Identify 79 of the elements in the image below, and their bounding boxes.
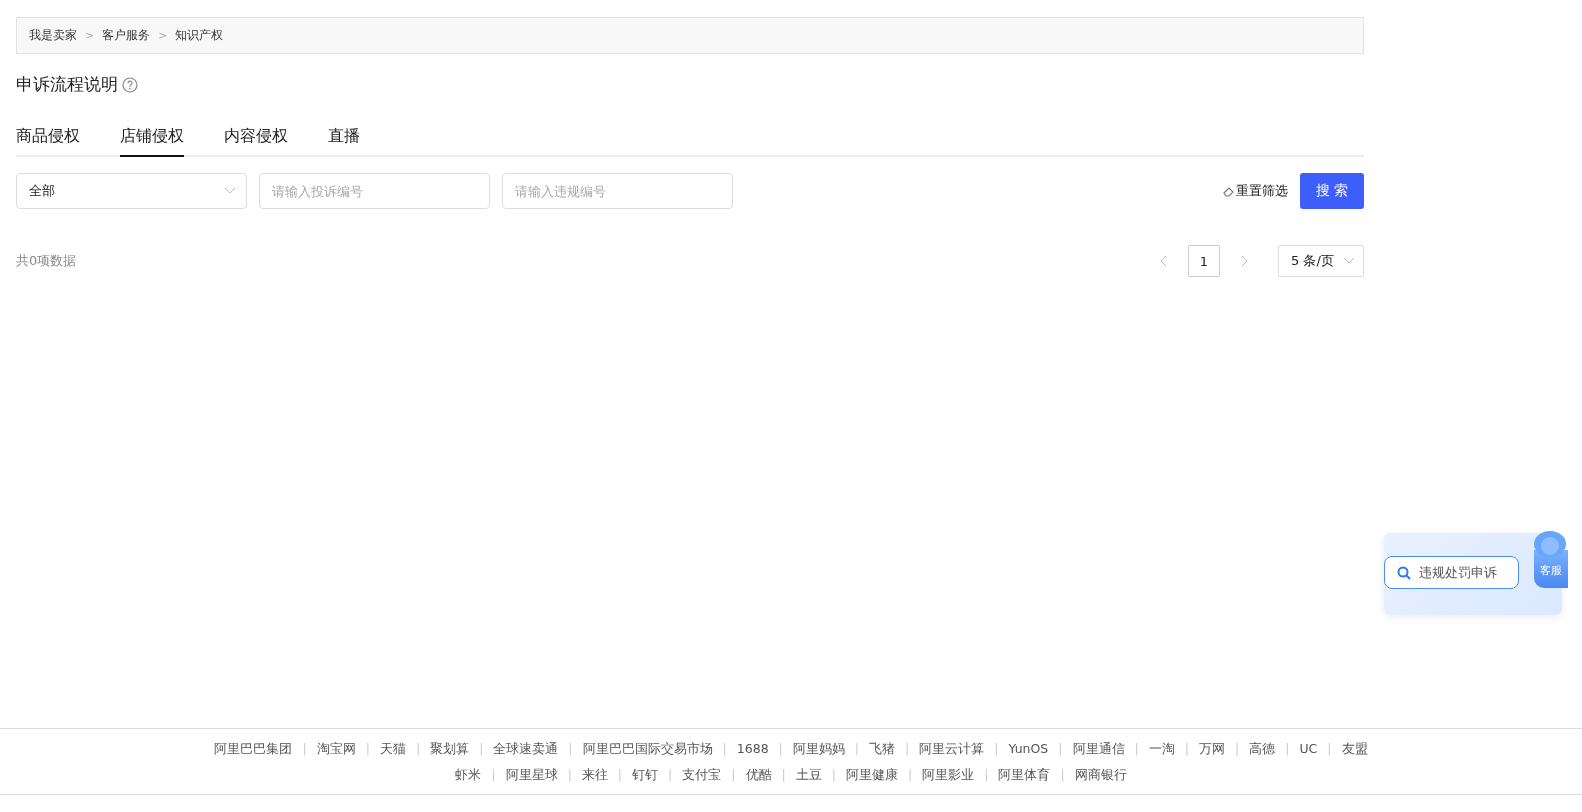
footer-link[interactable]: 支付宝 [682,767,722,784]
total-count: 共0项数据 [16,252,77,270]
footer-separator: | [1060,767,1065,784]
appeal-search-field[interactable]: 违规处罚申诉 [1384,556,1519,589]
chevron-down-icon [1343,257,1355,265]
page-title: 申诉流程说明 [16,73,118,96]
footer-link[interactable]: 来往 [581,767,608,784]
breadcrumb-link[interactable]: 知识产权 [175,27,224,44]
footer-separator: | [1327,741,1332,758]
footer-link[interactable]: 优酷 [745,767,772,784]
footer-link[interactable]: 淘宝网 [316,741,356,758]
tab[interactable]: 直播 [328,126,360,157]
footer-link[interactable]: 聚划算 [430,741,470,758]
footer-link[interactable]: 土豆 [795,767,822,784]
footer-link[interactable]: 虾米 [455,767,482,784]
footer-separator: | [1285,741,1290,758]
footer-separator: | [984,767,989,784]
page-size-select[interactable]: 5 条/页 [1278,245,1364,277]
complaint-number-field[interactable]: 请输入投诉编号 [259,173,490,209]
search-button[interactable]: 搜 索 [1300,173,1364,209]
footer-link[interactable]: 阿里通信 [1072,741,1125,758]
type-select[interactable]: 全部 [16,173,247,209]
footer-separator: | [365,741,370,758]
footer-link[interactable]: YunOS [1008,741,1049,758]
footer-link[interactable]: 网商银行 [1074,767,1127,784]
footer-separator: | [731,767,736,784]
search-icon [1397,565,1411,580]
footer-link[interactable]: 万网 [1198,741,1225,758]
appeal-search-text: 违规处罚申诉 [1419,563,1497,582]
footer-separator: | [854,741,860,758]
footer-separator: | [479,741,484,758]
footer-link[interactable]: 阿里星球 [505,767,558,784]
help-icon[interactable] [122,76,138,93]
footer-link[interactable]: 飞猪 [869,741,896,758]
footer-link[interactable]: 阿里巴巴国际交易市场 [582,741,713,758]
breadcrumb-link[interactable]: 我是卖家 [29,27,77,44]
tab[interactable]: 店铺侵权 [120,126,184,157]
footer-separator: | [302,741,307,758]
footer-link[interactable]: 阿里影业 [922,767,975,784]
breadcrumb-link[interactable]: 客户服务 [102,27,151,44]
footer-link[interactable]: 友盟 [1341,741,1368,758]
footer-link[interactable]: 阿里健康 [845,767,898,784]
footer-link[interactable]: 阿里体育 [998,767,1051,784]
footer-separator: | [781,767,786,784]
eraser-icon [1223,185,1234,197]
chevron-down-icon [224,187,236,195]
tab[interactable]: 内容侵权 [224,126,288,157]
footer-separator: | [722,741,727,758]
breadcrumb-separator: > [158,29,168,42]
footer-separator: | [907,767,913,784]
footer-separator: | [905,741,910,758]
footer-separator: | [994,741,999,758]
footer-separator: | [568,741,573,758]
footer-link[interactable]: 天猫 [379,741,406,758]
footer-link[interactable]: 一淘 [1148,741,1175,758]
footer-link[interactable]: UC [1299,741,1318,758]
footer-separator: | [1058,741,1063,758]
violation-number-field[interactable]: 请输入违规编号 [502,173,733,209]
page-button[interactable]: 1 [1188,245,1220,277]
footer-link[interactable]: 阿里妈妈 [792,741,845,758]
footer-link[interactable]: 高德 [1249,741,1276,758]
footer-separator: | [1234,741,1240,758]
footer-link[interactable]: 全球速卖通 [493,741,559,758]
footer-separator: | [668,767,673,784]
footer-separator: | [1184,741,1189,758]
reset-filter-button[interactable]: 重置筛选 [1223,182,1288,200]
tab[interactable]: 商品侵权 [16,126,80,157]
footer-link[interactable]: 阿里云计算 [919,741,985,758]
footer-separator: | [617,767,623,784]
footer-separator: | [778,741,783,758]
footer-separator: | [831,767,836,784]
footer-link[interactable]: 阿里巴巴集团 [214,741,293,758]
breadcrumb-separator: > [85,29,95,42]
footer-separator: | [491,767,496,784]
footer-separator: | [567,767,572,784]
footer-separator: | [1134,741,1139,758]
footer-link[interactable]: 钉钉 [632,767,659,784]
footer-link[interactable]: 1688 [736,741,769,758]
footer-separator: | [415,741,421,758]
